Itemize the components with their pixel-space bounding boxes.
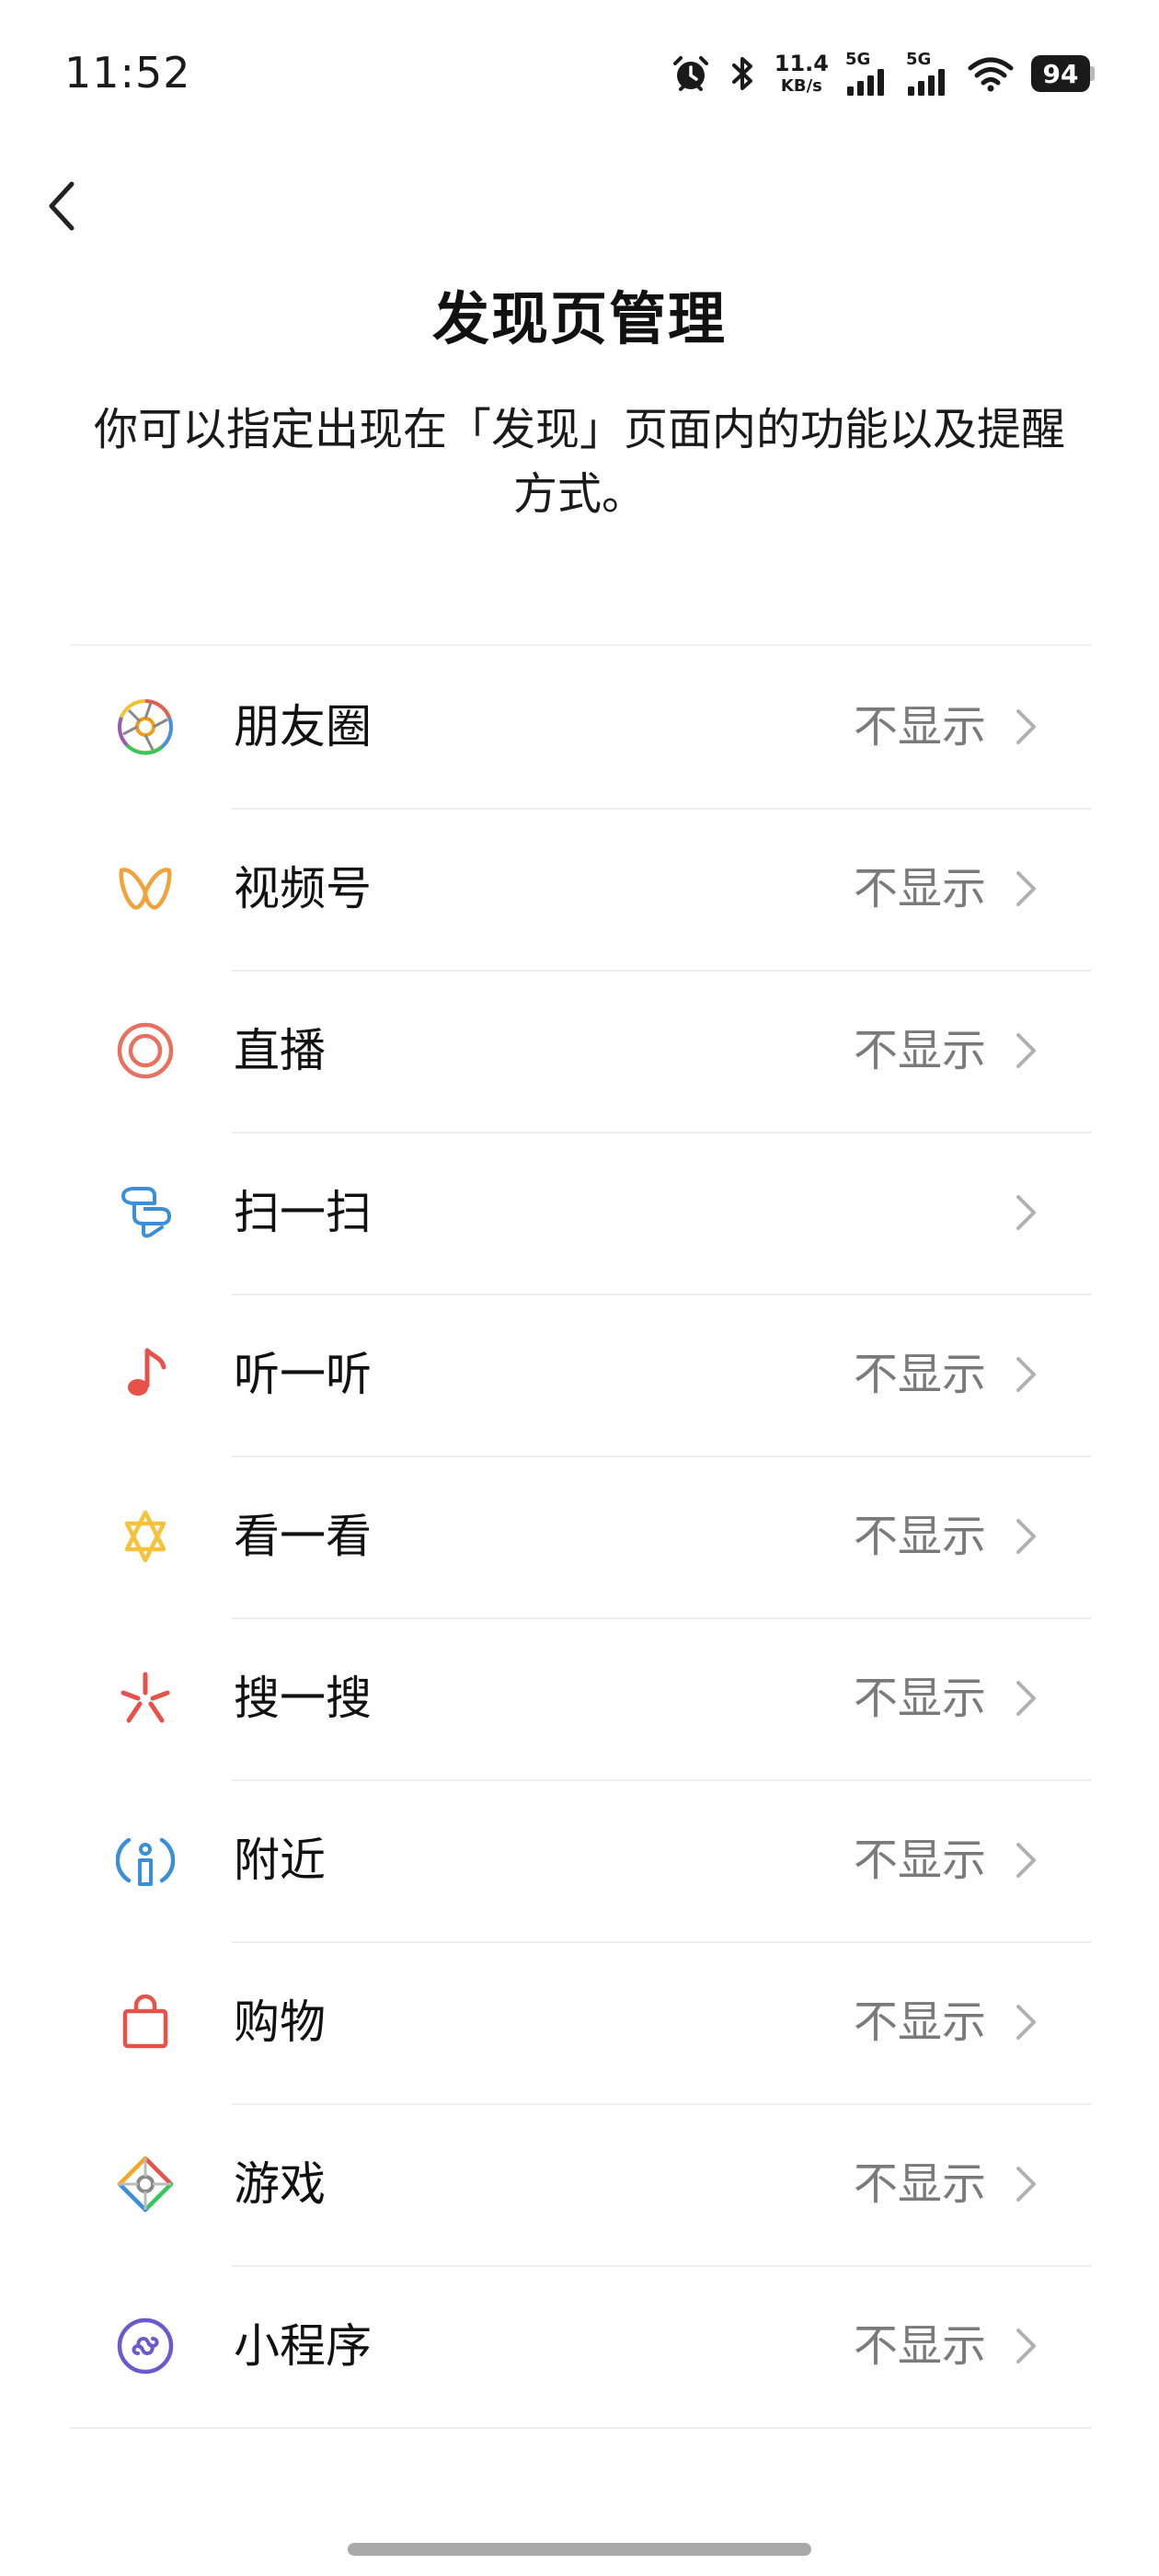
- list-item-shopping[interactable]: 购物 不显示: [70, 1941, 1091, 2103]
- signal-bars-icon: [847, 69, 884, 96]
- list-item-value: 不显示: [853, 1511, 986, 1562]
- back-button[interactable]: [33, 169, 88, 243]
- chevron-right-icon: [1016, 1033, 1036, 1068]
- list-item-label: 搜一搜: [234, 1672, 372, 1725]
- list-item-games[interactable]: 游戏 不显示: [70, 2103, 1091, 2265]
- wifi-icon: [967, 55, 1015, 92]
- list-item-label: 游戏: [234, 2157, 326, 2211]
- shopping-bag-icon: [116, 1993, 175, 2052]
- list-item-label: 小程序: [234, 2319, 372, 2373]
- live-icon: [116, 1021, 175, 1080]
- list-item-label: 朋友圈: [234, 700, 372, 753]
- nearby-icon: [116, 1831, 175, 1890]
- list-item-label: 直播: [234, 1024, 326, 1077]
- channels-icon: [116, 859, 175, 918]
- page-title: 发现页管理: [431, 285, 727, 352]
- chevron-right-icon: [1016, 2167, 1036, 2202]
- list-item-label: 视频号: [234, 862, 372, 915]
- list-item-mini-programs[interactable]: 小程序 不显示: [70, 2265, 1091, 2427]
- battery-icon: 94: [1031, 55, 1095, 92]
- status-time: 11:52: [64, 48, 191, 98]
- search-star-icon: [116, 1669, 175, 1728]
- chevron-right-icon: [1016, 709, 1036, 744]
- network-speed-value: 11.4: [774, 51, 829, 76]
- sim2-signal: 5G: [906, 52, 950, 96]
- list-item-label: 附近: [234, 1834, 326, 1887]
- list-item-value: 不显示: [853, 2158, 986, 2210]
- sim1-network-label: 5G: [845, 50, 871, 69]
- network-speed-unit: KB/s: [780, 76, 822, 96]
- chevron-right-icon: [1016, 1681, 1036, 1716]
- list-item-nearby[interactable]: 附近 不显示: [70, 1779, 1091, 1941]
- discover-settings-list: 朋友圈 不显示 视频号 不显示 直播 不显示 扫一扫 听一听 不显示 看一看 不…: [70, 644, 1091, 2429]
- list-item-search[interactable]: 搜一搜 不显示: [70, 1617, 1091, 1779]
- list-item-channels[interactable]: 视频号 不显示: [70, 808, 1091, 970]
- moments-icon: [116, 697, 175, 756]
- top-stories-icon: [116, 1507, 175, 1566]
- status-bar: 11:52 11.4 KB/s 5G 5G 94: [0, 0, 1159, 147]
- scan-icon: [116, 1183, 175, 1242]
- chevron-right-icon: [1016, 1195, 1036, 1230]
- battery-level: 94: [1031, 55, 1090, 92]
- chevron-right-icon: [1016, 871, 1036, 906]
- list-item-label: 看一看: [234, 1510, 372, 1563]
- chevron-right-icon: [1016, 1519, 1036, 1554]
- list-item-value: 不显示: [853, 863, 986, 914]
- list-item-value: 不显示: [853, 1834, 986, 1886]
- games-icon: [116, 2155, 175, 2214]
- list-item-value: 不显示: [853, 1673, 986, 1724]
- sim2-network-label: 5G: [906, 50, 932, 69]
- mini-programs-icon: [116, 2317, 175, 2375]
- list-item-label: 听一听: [234, 1348, 372, 1401]
- bluetooth-icon: [729, 53, 758, 94]
- chevron-right-icon: [1016, 1843, 1036, 1878]
- list-item-value: 不显示: [853, 701, 986, 753]
- list-item-value: 不显示: [853, 1349, 986, 1400]
- list-item-listen[interactable]: 听一听 不显示: [70, 1294, 1091, 1455]
- status-icons: 11.4 KB/s 5G 5G 94: [670, 46, 1095, 101]
- chevron-right-icon: [1016, 1357, 1036, 1392]
- list-item-value: 不显示: [853, 2320, 986, 2372]
- list-item-moments[interactable]: 朋友圈 不显示: [70, 646, 1091, 808]
- chevron-right-icon: [1016, 2329, 1036, 2363]
- list-item-live[interactable]: 直播 不显示: [70, 970, 1091, 1132]
- list-item-scan[interactable]: 扫一扫: [70, 1132, 1091, 1294]
- list-item-value: 不显示: [853, 1996, 986, 2048]
- list-item-top-stories[interactable]: 看一看 不显示: [70, 1455, 1091, 1617]
- network-speed: 11.4 KB/s: [775, 52, 829, 95]
- music-note-icon: [116, 1345, 175, 1404]
- list-item-label: 扫一扫: [234, 1186, 372, 1239]
- page-description: 你可以指定出现在「发现」页面内的功能以及提醒方式。: [93, 404, 1065, 520]
- alarm-icon: [670, 52, 712, 95]
- sim1-signal: 5G: [845, 52, 889, 96]
- list-item-label: 购物: [234, 1995, 326, 2049]
- chevron-left-icon: [49, 181, 75, 231]
- chevron-right-icon: [1016, 2005, 1036, 2040]
- signal-bars-icon: [908, 69, 945, 96]
- home-indicator[interactable]: [348, 2543, 811, 2556]
- list-item-value: 不显示: [853, 1025, 986, 1076]
